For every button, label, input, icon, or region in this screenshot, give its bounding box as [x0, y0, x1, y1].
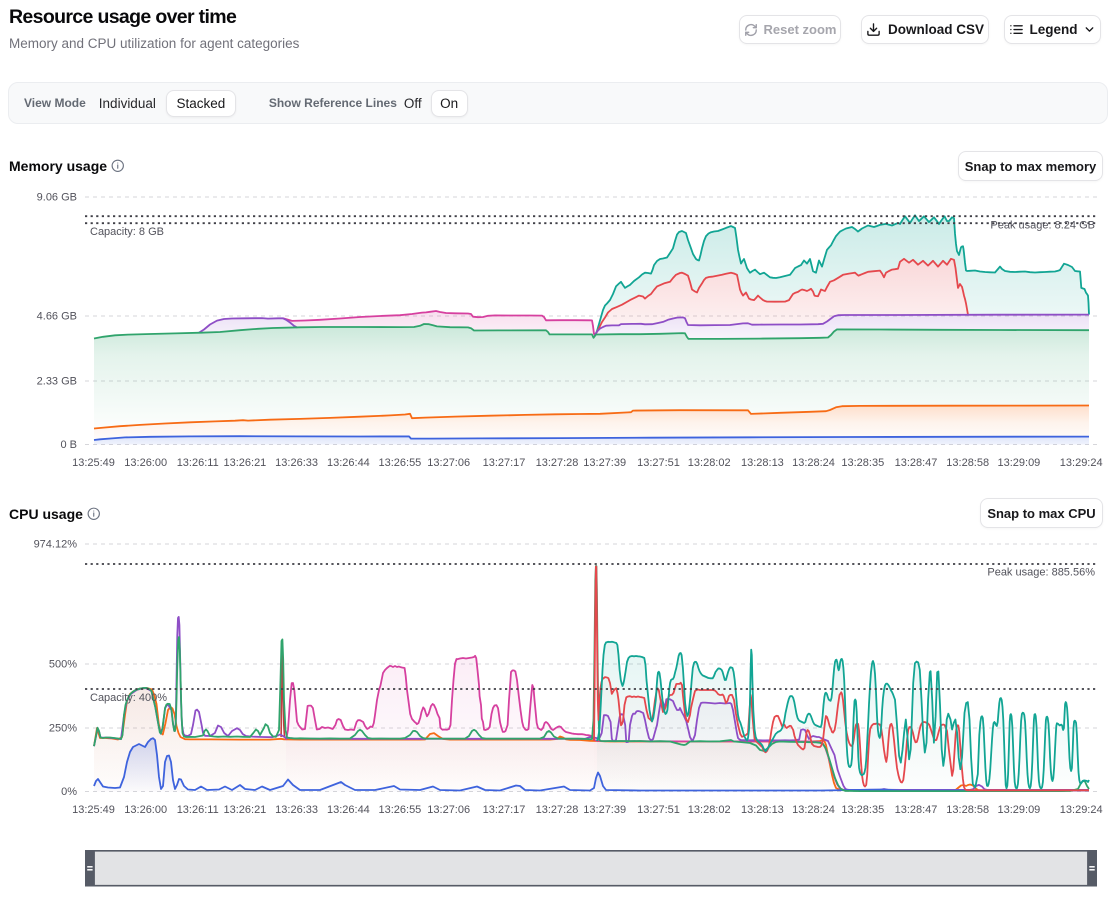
- svg-text:13:26:00: 13:26:00: [124, 804, 167, 816]
- svg-text:13:26:00: 13:26:00: [124, 457, 167, 469]
- svg-text:13:27:17: 13:27:17: [483, 804, 526, 816]
- svg-text:13:27:06: 13:27:06: [427, 457, 470, 469]
- svg-text:13:26:33: 13:26:33: [275, 804, 318, 816]
- svg-text:13:26:21: 13:26:21: [223, 457, 266, 469]
- svg-text:13:28:35: 13:28:35: [841, 457, 884, 469]
- svg-text:13:26:44: 13:26:44: [327, 804, 370, 816]
- svg-text:13:27:28: 13:27:28: [536, 457, 579, 469]
- svg-text:13:29:09: 13:29:09: [997, 804, 1040, 816]
- svg-text:Peak usage: 8.24 GB: Peak usage: 8.24 GB: [990, 220, 1095, 232]
- svg-text:13:26:11: 13:26:11: [177, 804, 219, 816]
- svg-text:13:28:47: 13:28:47: [895, 457, 938, 469]
- svg-text:0 B: 0 B: [60, 439, 77, 451]
- svg-text:Capacity: 8 GB: Capacity: 8 GB: [90, 226, 164, 238]
- svg-text:13:27:28: 13:27:28: [536, 804, 579, 816]
- svg-text:13:28:58: 13:28:58: [946, 457, 989, 469]
- svg-text:13:28:47: 13:28:47: [895, 804, 938, 816]
- svg-text:13:25:49: 13:25:49: [72, 457, 115, 469]
- svg-text:13:26:44: 13:26:44: [327, 457, 370, 469]
- svg-text:13:28:35: 13:28:35: [841, 804, 884, 816]
- svg-text:250%: 250%: [49, 723, 77, 735]
- svg-text:13:29:24: 13:29:24: [1060, 457, 1103, 469]
- svg-text:13:27:17: 13:27:17: [483, 457, 526, 469]
- svg-text:13:26:55: 13:26:55: [378, 804, 421, 816]
- svg-text:4.66 GB: 4.66 GB: [37, 311, 77, 323]
- svg-text:974.12%: 974.12%: [34, 539, 78, 551]
- svg-text:13:29:09: 13:29:09: [997, 457, 1040, 469]
- svg-text:13:28:02: 13:28:02: [688, 804, 731, 816]
- svg-text:13:28:02: 13:28:02: [688, 457, 731, 469]
- svg-text:0%: 0%: [61, 786, 77, 798]
- svg-text:13:27:51: 13:27:51: [637, 804, 680, 816]
- svg-text:13:27:39: 13:27:39: [583, 457, 626, 469]
- svg-text:2.33 GB: 2.33 GB: [37, 376, 77, 388]
- svg-text:Peak usage: 885.56%: Peak usage: 885.56%: [987, 567, 1095, 579]
- svg-text:13:26:21: 13:26:21: [223, 804, 266, 816]
- svg-text:13:28:58: 13:28:58: [946, 804, 989, 816]
- svg-text:13:26:55: 13:26:55: [378, 457, 421, 469]
- svg-text:13:26:11: 13:26:11: [177, 457, 219, 469]
- svg-text:Capacity: 400%: Capacity: 400%: [90, 692, 167, 704]
- svg-text:13:28:24: 13:28:24: [792, 804, 835, 816]
- svg-text:13:27:06: 13:27:06: [427, 804, 470, 816]
- svg-text:13:28:24: 13:28:24: [792, 457, 835, 469]
- svg-text:13:28:13: 13:28:13: [741, 457, 784, 469]
- svg-text:500%: 500%: [49, 659, 77, 671]
- svg-text:13:28:13: 13:28:13: [741, 804, 784, 816]
- svg-text:13:29:24: 13:29:24: [1060, 804, 1103, 816]
- svg-text:13:26:33: 13:26:33: [275, 457, 318, 469]
- svg-text:9.06 GB: 9.06 GB: [37, 192, 77, 204]
- svg-text:13:27:39: 13:27:39: [583, 804, 626, 816]
- svg-text:13:25:49: 13:25:49: [72, 804, 115, 816]
- svg-text:13:27:51: 13:27:51: [637, 457, 680, 469]
